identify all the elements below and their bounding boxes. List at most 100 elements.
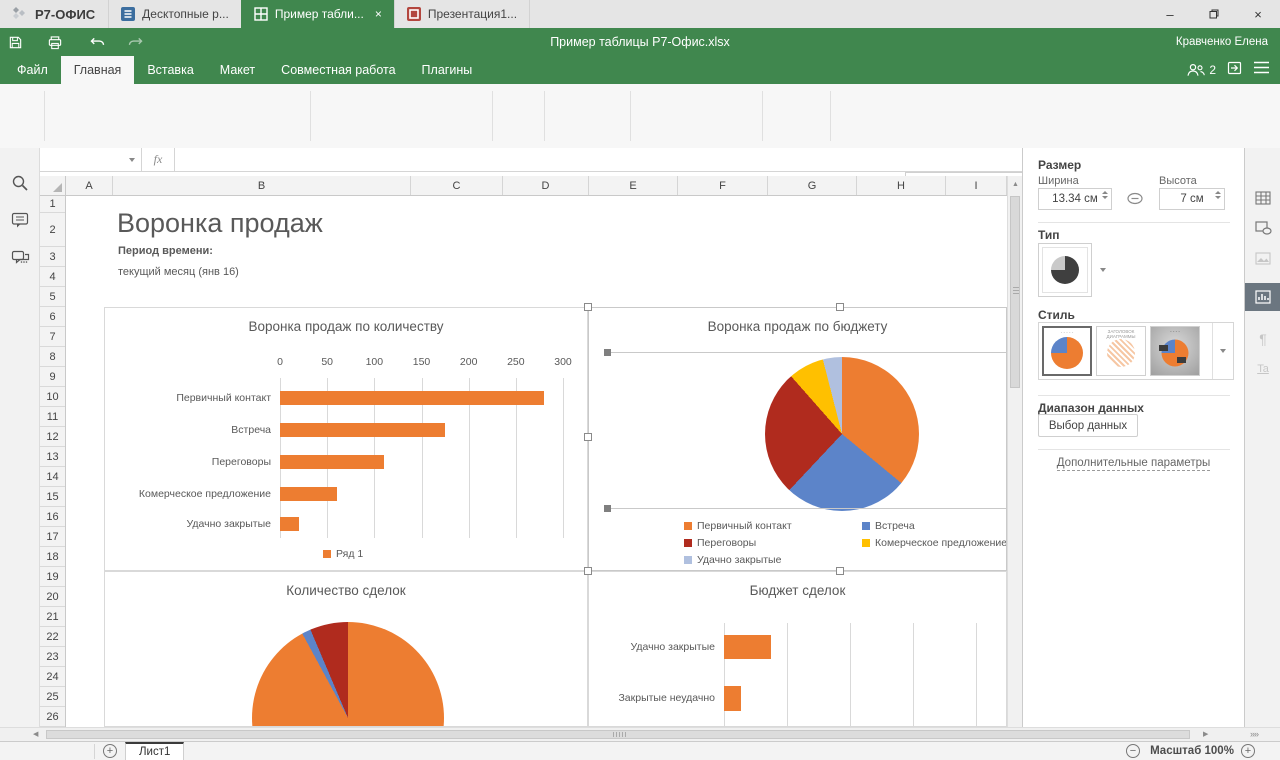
row-header-26[interactable]: 26 bbox=[40, 707, 65, 727]
vertical-scroll-thumb[interactable] bbox=[1010, 196, 1020, 388]
row-header-22[interactable]: 22 bbox=[40, 627, 65, 647]
chart-style-gallery-expand[interactable] bbox=[1212, 323, 1233, 379]
selection-handle-mid-left[interactable] bbox=[584, 433, 592, 441]
row-header-14[interactable]: 14 bbox=[40, 467, 65, 487]
ribbon-tab-макет[interactable]: Макет bbox=[207, 56, 268, 84]
selection-handle-top-center[interactable] bbox=[836, 303, 844, 311]
row-header-3[interactable]: 3 bbox=[40, 247, 65, 267]
row-header-8[interactable]: 8 bbox=[40, 347, 65, 367]
chart-style-2[interactable]: ЗАГОЛОВОК ДИАГРАММЫ bbox=[1096, 326, 1146, 376]
row-header-4[interactable]: 4 bbox=[40, 267, 65, 287]
row-header-23[interactable]: 23 bbox=[40, 647, 65, 667]
row-header-24[interactable]: 24 bbox=[40, 667, 65, 687]
redo-button[interactable] bbox=[120, 30, 150, 54]
row-header-10[interactable]: 10 bbox=[40, 387, 65, 407]
document-tab-3[interactable]: Презентация1... bbox=[394, 0, 530, 28]
chart-settings-icon-active[interactable] bbox=[1245, 283, 1280, 311]
pie-chart[interactable] bbox=[765, 357, 919, 511]
scroll-left-icon[interactable]: ◀ bbox=[33, 731, 38, 738]
print-button[interactable] bbox=[40, 30, 70, 54]
chart-type-dropdown-icon[interactable] bbox=[1100, 268, 1106, 272]
column-header-E[interactable]: E bbox=[589, 176, 678, 195]
chart-type-selector[interactable] bbox=[1038, 243, 1092, 297]
shape-settings-icon[interactable] bbox=[1254, 219, 1272, 237]
row-header-9[interactable]: 9 bbox=[40, 367, 65, 387]
chat-icon[interactable] bbox=[11, 250, 29, 268]
chart-deal-budget[interactable]: Бюджет сделок Удачно закрытыеЗакрытые не… bbox=[588, 571, 1007, 727]
chart-style-3[interactable]: - - - - bbox=[1150, 326, 1200, 376]
vertical-scrollbar[interactable]: ▲ bbox=[1007, 176, 1022, 727]
row-header-13[interactable]: 13 bbox=[40, 447, 65, 467]
close-button[interactable]: × bbox=[1236, 0, 1280, 28]
name-box-dropdown-icon[interactable] bbox=[129, 158, 135, 162]
row-header-1[interactable]: 1 bbox=[40, 196, 65, 213]
undo-button[interactable] bbox=[82, 30, 112, 54]
horizontal-scrollbar[interactable]: ◀ ▶ »» bbox=[0, 727, 1280, 741]
advanced-settings-link[interactable]: Дополнительные параметры bbox=[1023, 457, 1244, 469]
column-header-H[interactable]: H bbox=[857, 176, 946, 195]
row-header-18[interactable]: 18 bbox=[40, 547, 65, 567]
plot-area-handle-top-left[interactable] bbox=[604, 349, 611, 356]
link-dimensions-icon[interactable] bbox=[1126, 192, 1144, 208]
comments-icon[interactable] bbox=[11, 212, 29, 230]
select-all-corner[interactable] bbox=[40, 176, 66, 195]
table-settings-icon[interactable] bbox=[1254, 189, 1272, 207]
selection-handle-bottom-left[interactable] bbox=[584, 567, 592, 575]
ribbon-tab-файл[interactable]: Файл bbox=[4, 56, 61, 84]
row-header-12[interactable]: 12 bbox=[40, 427, 65, 447]
row-header-17[interactable]: 17 bbox=[40, 527, 65, 547]
height-spinner[interactable] bbox=[1215, 191, 1221, 199]
collapse-panel-icon[interactable]: »» bbox=[1250, 729, 1258, 739]
selection-handle-top-left[interactable] bbox=[584, 303, 592, 311]
ribbon-tab-главная[interactable]: Главная bbox=[61, 56, 135, 84]
collaborators-button[interactable]: 2 bbox=[1186, 63, 1216, 77]
selection-handle-bottom-center[interactable] bbox=[836, 567, 844, 575]
row-header-15[interactable]: 15 bbox=[40, 487, 65, 507]
open-file-location-button[interactable] bbox=[1226, 60, 1243, 81]
ribbon-tab-совместная работа[interactable]: Совместная работа bbox=[268, 56, 408, 84]
chart-sales-funnel-by-count[interactable]: Воронка продаж по количеству 05010015020… bbox=[104, 307, 588, 571]
add-sheet-button[interactable]: + bbox=[103, 744, 117, 758]
height-input[interactable]: 7 см bbox=[1159, 188, 1225, 210]
formula-input[interactable] bbox=[175, 148, 1022, 171]
row-header-21[interactable]: 21 bbox=[40, 607, 65, 627]
ribbon-tab-плагины[interactable]: Плагины bbox=[409, 56, 486, 84]
scroll-up-icon[interactable]: ▲ bbox=[1012, 181, 1019, 188]
chart-style-1-selected[interactable]: - - - - - bbox=[1042, 326, 1092, 376]
pie-chart[interactable] bbox=[252, 622, 444, 727]
row-header-5[interactable]: 5 bbox=[40, 287, 65, 307]
row-header-7[interactable]: 7 bbox=[40, 327, 65, 347]
minimize-button[interactable]: – bbox=[1148, 0, 1192, 28]
column-header-A[interactable]: A bbox=[66, 176, 113, 195]
ribbon-tab-вставка[interactable]: Вставка bbox=[134, 56, 206, 84]
column-header-G[interactable]: G bbox=[768, 176, 857, 195]
zoom-out-button[interactable]: − bbox=[1126, 744, 1140, 758]
horizontal-scroll-thumb[interactable] bbox=[46, 730, 1190, 739]
hamburger-menu-icon[interactable] bbox=[1253, 61, 1270, 79]
width-input[interactable]: 13.34 см bbox=[1038, 188, 1112, 210]
sheet-tab-list1[interactable]: Лист1 bbox=[125, 742, 184, 760]
tab-close-icon[interactable]: × bbox=[375, 7, 382, 21]
row-header-11[interactable]: 11 bbox=[40, 407, 65, 427]
plot-area-handle-bottom-left[interactable] bbox=[604, 505, 611, 512]
width-spinner[interactable] bbox=[1102, 191, 1108, 199]
name-box[interactable] bbox=[40, 148, 142, 171]
document-tab-2[interactable]: Пример табли...× bbox=[241, 0, 395, 28]
row-header-19[interactable]: 19 bbox=[40, 567, 65, 587]
column-header-C[interactable]: C bbox=[411, 176, 503, 195]
column-header-D[interactable]: D bbox=[503, 176, 589, 195]
insert-function-button[interactable]: fx bbox=[142, 148, 175, 171]
save-button[interactable] bbox=[0, 30, 30, 54]
zoom-in-button[interactable]: + bbox=[1241, 744, 1255, 758]
document-tab-1[interactable]: Десктопные р... bbox=[108, 0, 242, 28]
row-header-20[interactable]: 20 bbox=[40, 587, 65, 607]
row-header-25[interactable]: 25 bbox=[40, 687, 65, 707]
row-header-6[interactable]: 6 bbox=[40, 307, 65, 327]
chart-deal-count[interactable]: Количество сделок bbox=[104, 571, 588, 727]
search-icon[interactable] bbox=[11, 174, 29, 192]
scroll-right-icon[interactable]: ▶ bbox=[1203, 731, 1208, 738]
row-header-16[interactable]: 16 bbox=[40, 507, 65, 527]
column-header-F[interactable]: F bbox=[678, 176, 768, 195]
chart-sales-funnel-by-budget[interactable]: Воронка продаж по бюджету Первичный конт… bbox=[588, 307, 1007, 571]
column-header-I[interactable]: I bbox=[946, 176, 1007, 195]
